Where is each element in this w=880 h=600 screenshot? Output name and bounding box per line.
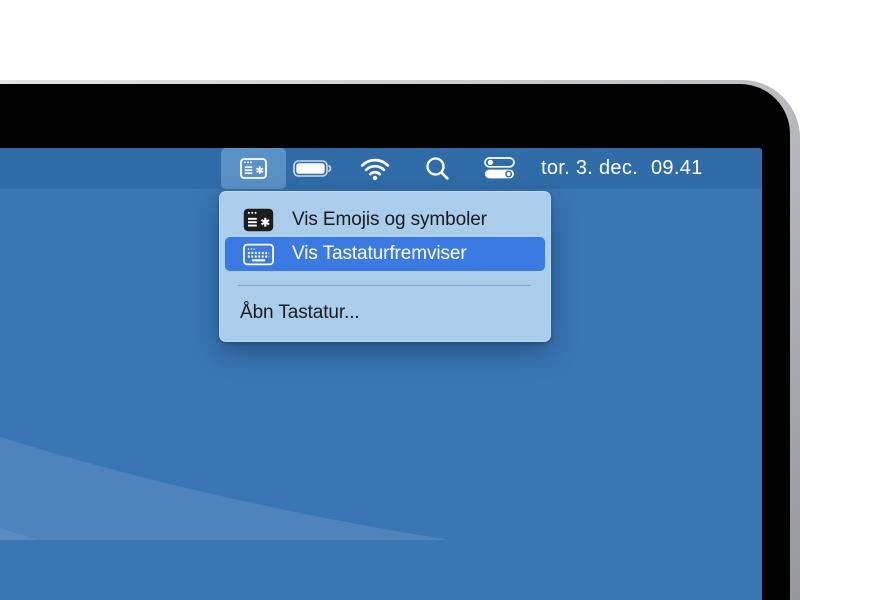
input-menu-dropdown: Vis Emojis og symboler Vis Tastaturfremv… bbox=[219, 191, 551, 342]
menu-item-label: Vis Tastaturfremviser bbox=[292, 243, 467, 264]
menu-item-show-keyboard-viewer[interactable]: Vis Tastaturfremviser bbox=[225, 237, 545, 271]
battery-icon bbox=[293, 160, 332, 177]
keyboard-viewer-icon bbox=[243, 243, 274, 266]
menu-item-label: Vis Emojis og symboler bbox=[292, 209, 487, 230]
menu-bar-clock[interactable]: tor. 3. dec. 09.41 bbox=[541, 148, 703, 189]
clock-time: 09.41 bbox=[651, 157, 703, 179]
control-center-icon bbox=[484, 157, 515, 179]
control-center-extra[interactable] bbox=[484, 148, 516, 189]
wifi-icon bbox=[360, 158, 390, 180]
input-menu-extra[interactable] bbox=[221, 148, 286, 189]
menu-bar: tor. 3. dec. 09.41 bbox=[0, 148, 762, 189]
laptop-frame: tor. 3. dec. 09.41 Vis Emojis og symbole… bbox=[0, 80, 800, 600]
menu-separator bbox=[238, 285, 531, 286]
menu-item-open-keyboard-settings[interactable]: Åbn Tastatur... bbox=[219, 296, 551, 330]
laptop-bezel: tor. 3. dec. 09.41 Vis Emojis og symbole… bbox=[0, 84, 790, 600]
battery-status-extra[interactable] bbox=[292, 148, 334, 189]
menu-item-show-emoji-symbols[interactable]: Vis Emojis og symboler bbox=[219, 203, 551, 237]
clock-date: tor. 3. dec. bbox=[541, 157, 638, 179]
menu-item-label: Åbn Tastatur... bbox=[240, 302, 360, 323]
emoji-symbols-window-icon bbox=[243, 208, 274, 232]
wifi-status-extra[interactable] bbox=[359, 148, 391, 189]
desktop-wallpaper: tor. 3. dec. 09.41 Vis Emojis og symbole… bbox=[0, 148, 762, 600]
spotlight-search-icon bbox=[425, 156, 449, 180]
input-source-menu-icon bbox=[240, 158, 267, 179]
spotlight-extra[interactable] bbox=[424, 148, 451, 189]
